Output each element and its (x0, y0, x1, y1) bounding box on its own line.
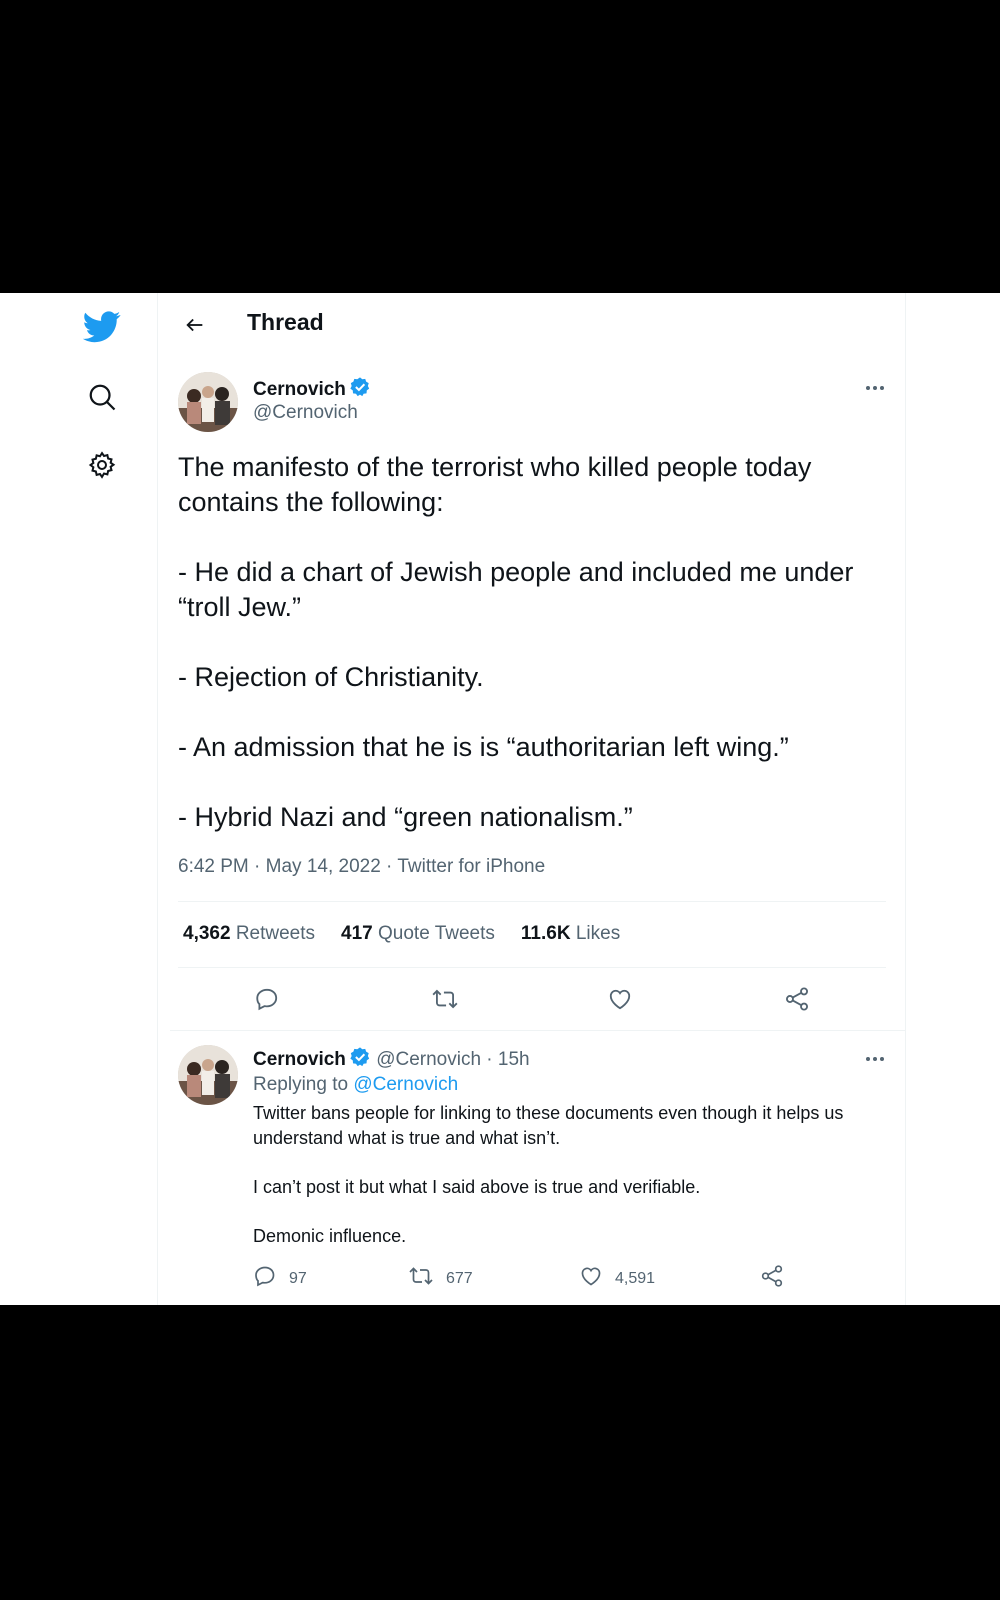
tweet-stats: 4,362 Retweets 417 Quote Tweets 11.6K Li… (183, 923, 620, 945)
tweet-timestamp[interactable]: 6:42 PM · May 14, 2022 · Twitter for iPh… (178, 856, 545, 878)
reply-button[interactable]: 97 (253, 1264, 307, 1293)
retweets-stat[interactable]: 4,362 Retweets (183, 923, 315, 945)
verified-badge-icon (349, 1046, 371, 1074)
likes-stat[interactable]: 11.6K Likes (521, 923, 620, 945)
tweet-paragraph: I can’t post it but what I said above is… (253, 1177, 701, 1197)
like-button[interactable]: 4,591 (579, 1264, 655, 1293)
reply-author-row: Cernovich @Cernovich · 15h (253, 1046, 530, 1074)
divider (178, 901, 886, 902)
author-handle[interactable]: @Cernovich (253, 402, 358, 424)
author-name[interactable]: Cernovich (253, 1049, 346, 1070)
author-name[interactable]: Cernovich (253, 379, 346, 400)
twitter-bird-icon[interactable] (80, 305, 124, 349)
retweet-button[interactable]: 677 (408, 1264, 473, 1293)
tweet-paragraph: The manifesto of the terrorist who kille… (178, 452, 812, 517)
avatar[interactable] (178, 372, 238, 432)
replying-to-link[interactable]: @Cernovich (353, 1074, 458, 1095)
gear-icon[interactable] (80, 443, 124, 487)
retweet-count: 677 (446, 1269, 473, 1287)
tweet-paragraph: Demonic influence. (253, 1226, 407, 1246)
verified-badge-icon (349, 376, 371, 403)
retweet-icon (408, 1264, 434, 1293)
reply-body: Twitter bans people for linking to these… (253, 1101, 883, 1273)
search-icon[interactable] (80, 375, 124, 419)
tweet-paragraph: - He did a chart of Jewish people and in… (178, 557, 854, 622)
tweet-paragraph: - Rejection of Christianity. (178, 662, 484, 692)
divider (178, 967, 886, 968)
avatar[interactable] (178, 1045, 238, 1105)
more-icon[interactable] (866, 1057, 884, 1061)
share-icon[interactable] (760, 1264, 784, 1288)
like-count: 4,591 (615, 1269, 656, 1287)
thread-header: Thread (157, 293, 905, 357)
back-arrow-icon[interactable] (177, 307, 213, 343)
page-title: Thread (247, 309, 324, 335)
tweet-paragraph: - Hybrid Nazi and “green nationalism.” (178, 802, 633, 832)
retweet-icon[interactable] (431, 986, 459, 1012)
like-icon (579, 1264, 603, 1293)
more-icon[interactable] (866, 386, 884, 390)
quote-tweets-stat[interactable]: 417 Quote Tweets (341, 923, 495, 945)
tweet-paragraph: Twitter bans people for linking to these… (253, 1103, 844, 1148)
author-name-row: Cernovich (253, 376, 371, 403)
thread-screen: Thread Cernovich @Cernovich The manifest… (0, 293, 1000, 1305)
share-icon[interactable] (784, 986, 810, 1012)
like-icon[interactable] (607, 986, 633, 1012)
tweet-body: The manifesto of the terrorist who kille… (178, 450, 878, 870)
reply-count: 97 (289, 1269, 307, 1287)
tweet-paragraph: - An admission that he is is “authoritar… (178, 732, 789, 762)
author-handle-time[interactable]: @Cernovich · 15h (376, 1049, 529, 1070)
divider (170, 1030, 906, 1031)
reply-icon (253, 1264, 277, 1293)
column-border (905, 293, 906, 1305)
reply-icon[interactable] (254, 986, 280, 1012)
replying-to: Replying to @Cernovich (253, 1074, 459, 1095)
nav-rail (0, 293, 158, 1305)
